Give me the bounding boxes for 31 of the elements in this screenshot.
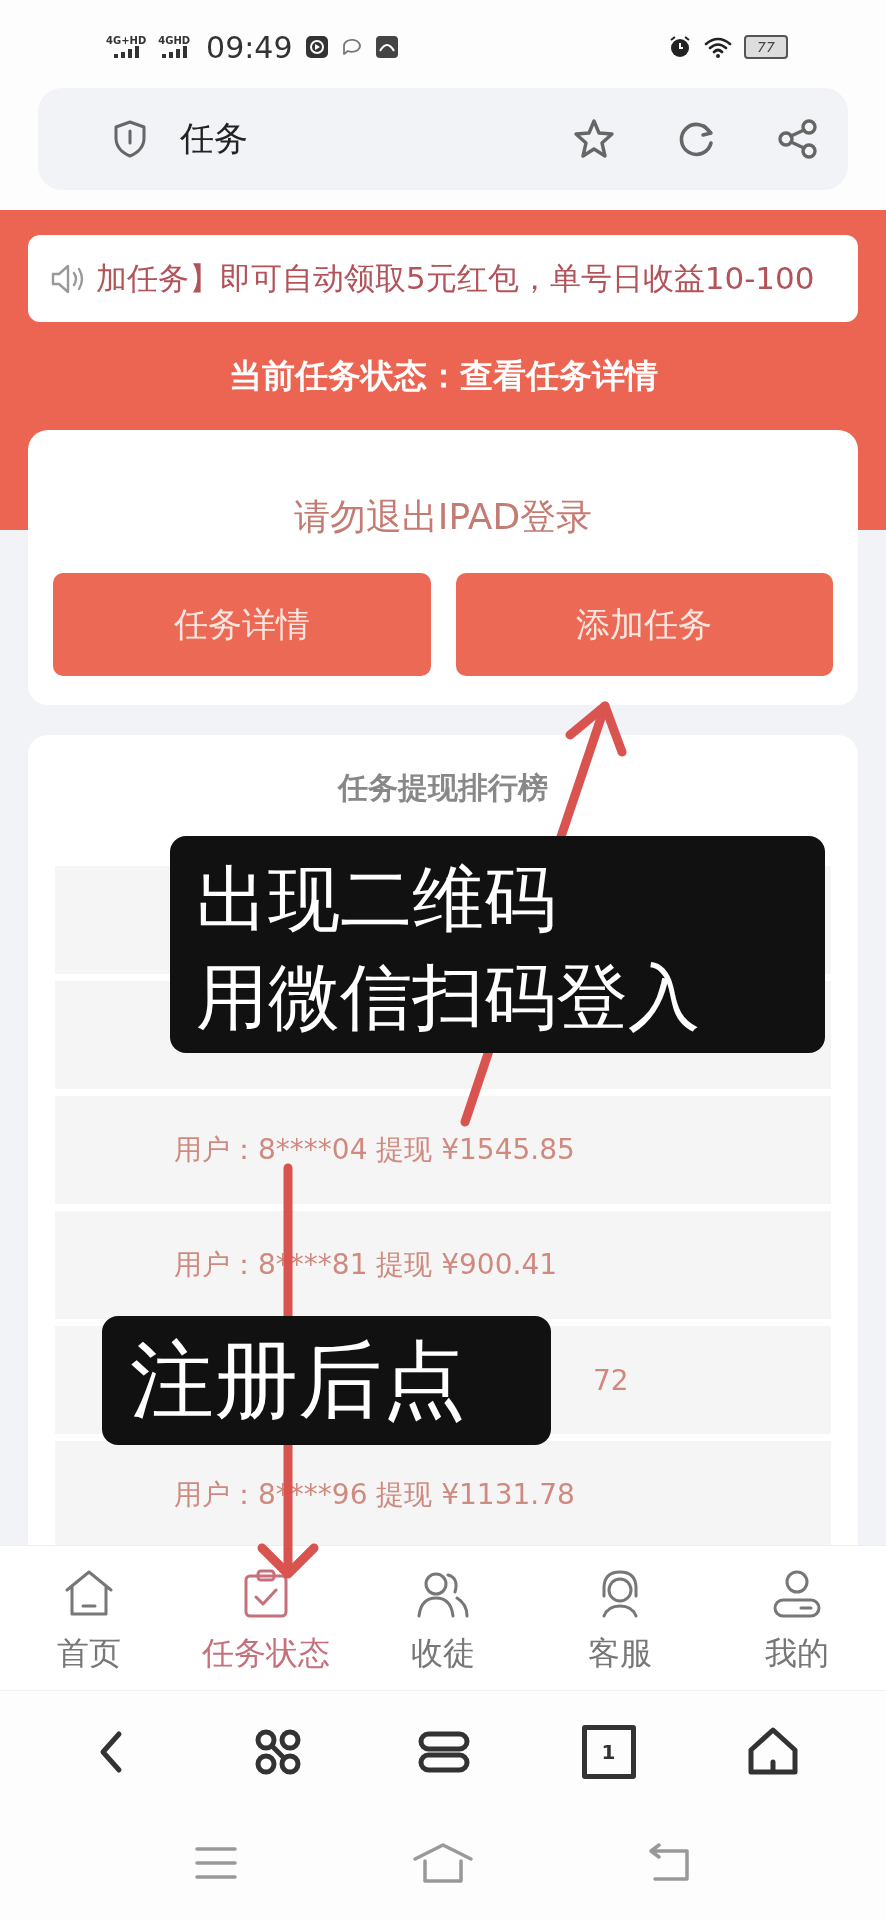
task-status-text: 当前任务状态：查看任务详情: [227, 355, 659, 397]
nav-tab[interactable]: 首页: [0, 1546, 178, 1690]
share-icon[interactable]: [776, 117, 820, 161]
battery-indicator: 77: [744, 35, 788, 59]
signal-icon: [113, 46, 140, 58]
action-button[interactable]: 任务详情: [53, 573, 431, 676]
network-label: 4GHD: [158, 36, 191, 46]
nav-tab[interactable]: 客服: [531, 1546, 709, 1690]
withdrawal-text: 用户：8****04 提现 ¥1545.85: [174, 1132, 575, 1168]
alarm-icon: [668, 35, 692, 59]
tab-count-button[interactable]: 1: [581, 1725, 636, 1779]
page-title: 任务: [180, 117, 249, 160]
shield-icon: [112, 119, 148, 159]
star-icon[interactable]: [572, 117, 616, 161]
play-icon: [304, 35, 329, 59]
nav-tab[interactable]: 收徒: [354, 1546, 532, 1690]
chat-icon: [340, 36, 363, 58]
annotation-label: 注册后点: [102, 1316, 551, 1445]
clock-time: 09:49: [206, 29, 293, 65]
nav-tab[interactable]: 任务状态: [177, 1546, 355, 1690]
signal-icon: [161, 46, 188, 58]
app-icon: [374, 35, 399, 59]
withdrawal-text: 72: [593, 1363, 629, 1397]
annotation-label: 出现二维码 用微信扫码登入: [170, 836, 825, 1053]
notice-text: 加任务】即可自动领取5元红包，单号日收益10-100: [96, 258, 815, 298]
network-label: 4G+HD: [106, 36, 147, 46]
warning-message: 请勿退出IPAD登录: [292, 496, 594, 538]
wifi-icon: [704, 36, 732, 58]
action-button[interactable]: 添加任务: [455, 573, 833, 676]
leaderboard-title: 任务提现排行榜: [336, 769, 549, 807]
nav-tab[interactable]: 我的: [708, 1546, 886, 1690]
